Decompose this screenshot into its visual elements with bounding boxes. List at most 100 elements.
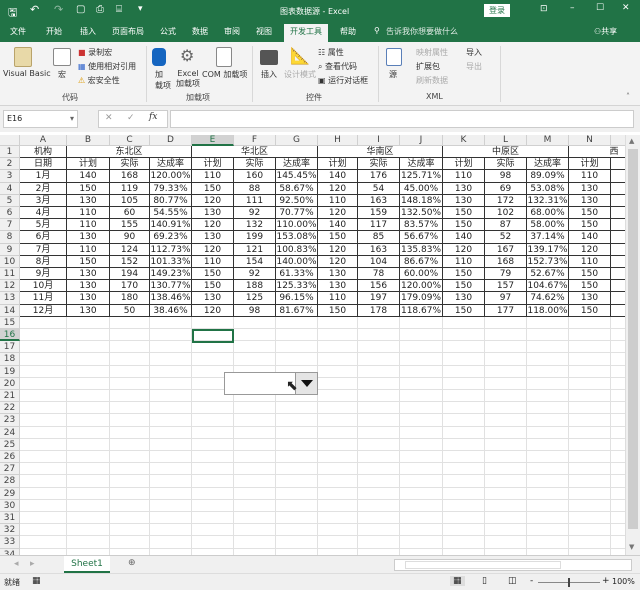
column-label[interactable]: 日期: [20, 158, 67, 171]
cell[interactable]: [611, 378, 625, 390]
cell[interactable]: [358, 451, 400, 464]
table-cell[interactable]: 130.77%: [150, 280, 192, 293]
cell[interactable]: [192, 451, 234, 464]
row-header-17[interactable]: 17: [0, 341, 20, 354]
table-cell[interactable]: 120: [318, 243, 358, 256]
table-cell[interactable]: 8月: [20, 255, 67, 268]
cell[interactable]: [150, 377, 192, 390]
cell[interactable]: [527, 377, 569, 390]
column-header-L[interactable]: L: [485, 135, 527, 146]
cell[interactable]: [318, 390, 358, 403]
cell[interactable]: [443, 341, 485, 354]
table-cell[interactable]: 120: [192, 243, 234, 256]
cell[interactable]: [485, 487, 527, 500]
cell[interactable]: [443, 512, 485, 525]
cell[interactable]: [276, 438, 318, 451]
cell[interactable]: [150, 512, 192, 525]
table-cell[interactable]: 130: [569, 194, 611, 207]
cell[interactable]: [110, 512, 150, 525]
table-cell[interactable]: 120: [192, 304, 234, 317]
cell[interactable]: [192, 499, 234, 512]
column-label[interactable]: [611, 158, 625, 171]
row-header-18[interactable]: 18: [0, 353, 20, 366]
table-cell[interactable]: 92.50%: [276, 194, 318, 207]
table-cell[interactable]: 110: [318, 292, 358, 305]
table-cell[interactable]: 69.23%: [150, 231, 192, 244]
cell[interactable]: [358, 438, 400, 451]
table-cell[interactable]: 120: [318, 207, 358, 220]
cell[interactable]: [569, 487, 611, 500]
region-header[interactable]: 东北区: [67, 146, 192, 159]
table-cell[interactable]: 170: [110, 280, 150, 293]
scroll-thumb[interactable]: [628, 149, 638, 529]
cell[interactable]: [358, 487, 400, 500]
cell[interactable]: [276, 426, 318, 439]
table-cell[interactable]: 50: [110, 304, 150, 317]
xml-source-button[interactable]: 源: [389, 69, 397, 80]
cell[interactable]: [527, 536, 569, 549]
cell[interactable]: [110, 438, 150, 451]
cell[interactable]: [569, 499, 611, 512]
table-cell[interactable]: 125: [234, 292, 276, 305]
cell[interactable]: [358, 377, 400, 390]
table-cell[interactable]: 119: [110, 182, 150, 195]
row-header-5[interactable]: 5: [0, 194, 20, 207]
next-sheet-icon[interactable]: ▸: [30, 559, 35, 569]
cell[interactable]: [234, 329, 276, 342]
table-cell[interactable]: 110: [318, 194, 358, 207]
table-cell[interactable]: 110: [569, 170, 611, 183]
table-cell[interactable]: 199: [234, 231, 276, 244]
enter-icon[interactable]: ✓: [127, 113, 135, 123]
insert-function-button[interactable]: fx: [149, 112, 157, 122]
cell[interactable]: [110, 426, 150, 439]
region-header[interactable]: 中原区: [443, 146, 569, 159]
cell[interactable]: [150, 475, 192, 488]
row-header-14[interactable]: 14: [0, 304, 20, 317]
column-label[interactable]: 计划: [67, 158, 110, 171]
zoom-level[interactable]: 100%: [612, 577, 635, 586]
cell[interactable]: [569, 451, 611, 464]
cell[interactable]: [110, 316, 150, 329]
table-cell[interactable]: 178: [358, 304, 400, 317]
table-cell[interactable]: 105: [110, 194, 150, 207]
table-cell[interactable]: 110: [67, 219, 110, 232]
cell[interactable]: [569, 341, 611, 354]
cell[interactable]: [67, 438, 110, 451]
cell[interactable]: [276, 451, 318, 464]
table-cell[interactable]: 130: [443, 292, 485, 305]
cell[interactable]: [527, 329, 569, 342]
name-box[interactable]: E16 ▾: [3, 110, 78, 128]
table-cell[interactable]: 54.55%: [150, 207, 192, 220]
cell[interactable]: [20, 512, 67, 525]
cell[interactable]: [318, 512, 358, 525]
column-header-K[interactable]: K: [443, 135, 485, 146]
table-cell[interactable]: [611, 183, 625, 195]
cell[interactable]: [485, 426, 527, 439]
cell[interactable]: [318, 438, 358, 451]
cell[interactable]: [20, 341, 67, 354]
cell[interactable]: [527, 341, 569, 354]
cell[interactable]: [67, 524, 110, 537]
table-cell[interactable]: 79.33%: [150, 182, 192, 195]
cell[interactable]: [527, 499, 569, 512]
table-cell[interactable]: 150: [569, 280, 611, 293]
cell[interactable]: [150, 414, 192, 427]
table-cell[interactable]: 118.67%: [400, 304, 443, 317]
cell[interactable]: [485, 499, 527, 512]
cell[interactable]: [400, 536, 443, 549]
cell[interactable]: [527, 414, 569, 427]
cell[interactable]: [20, 402, 67, 415]
cell[interactable]: [485, 475, 527, 488]
cell[interactable]: [276, 536, 318, 549]
cell[interactable]: [527, 475, 569, 488]
cell[interactable]: [67, 316, 110, 329]
cell[interactable]: [67, 512, 110, 525]
cell[interactable]: [569, 414, 611, 427]
cell[interactable]: [443, 402, 485, 415]
table-cell[interactable]: 117: [358, 219, 400, 232]
row-header-12[interactable]: 12: [0, 280, 20, 293]
cell[interactable]: [569, 438, 611, 451]
cell[interactable]: [234, 463, 276, 476]
row-header-7[interactable]: 7: [0, 219, 20, 232]
cell[interactable]: [234, 426, 276, 439]
